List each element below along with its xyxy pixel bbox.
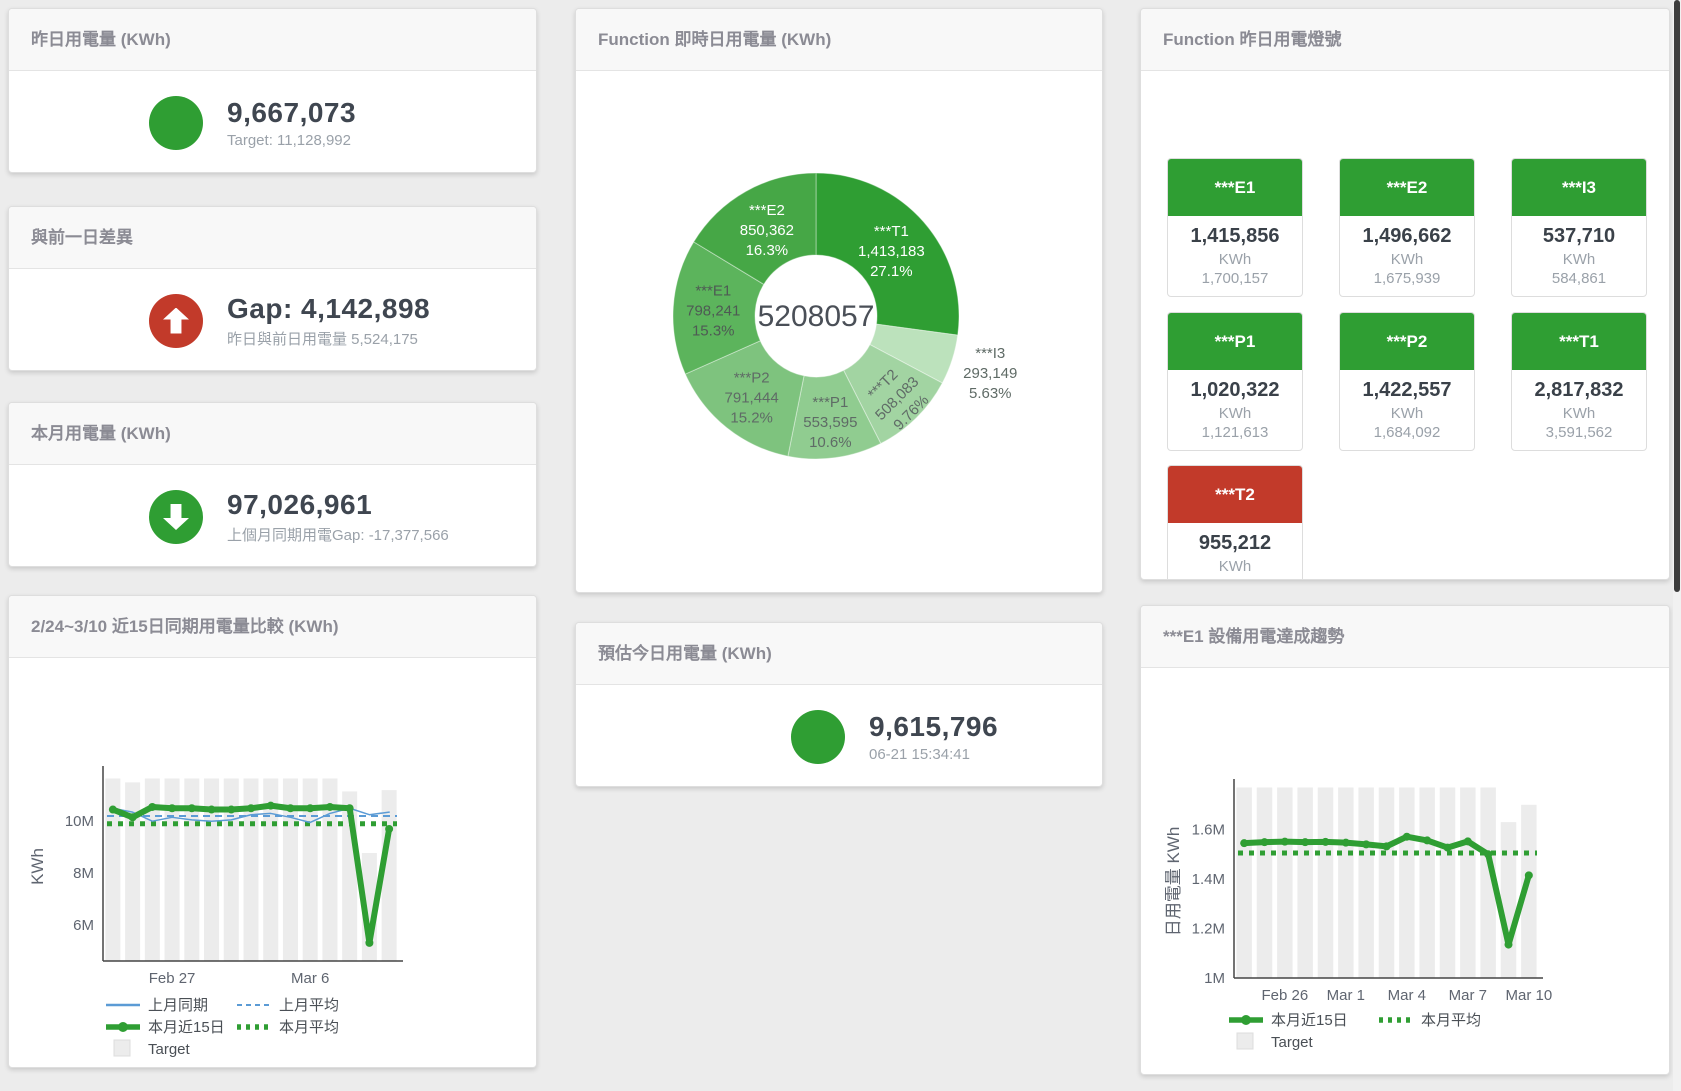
- stat-subtitle: 昨日與前日用電量 5,524,175: [227, 328, 430, 349]
- x-tick-label: Mar 4: [1388, 987, 1426, 1004]
- target-bar: [1358, 787, 1373, 978]
- down-arrow-icon: [149, 490, 203, 544]
- panel-title: 與前一日差異: [9, 207, 536, 269]
- panel-diff-prev-day: 與前一日差異 Gap: 4,142,898 昨日與前日用電量 5,524,175: [8, 206, 537, 371]
- status-circle-icon: [791, 710, 845, 764]
- legend-item-label[interactable]: 本月平均: [1421, 1012, 1481, 1029]
- legend-item-label[interactable]: 上月同期: [148, 997, 208, 1014]
- panel-title: 本月用電量 (KWh): [9, 403, 536, 465]
- up-arrow-icon: [149, 294, 203, 348]
- realtime-donut-chart: ***T11,413,18327.1%***I3293,1495.63%***T…: [576, 71, 1102, 593]
- target-bar: [1460, 787, 1475, 978]
- stat-subtitle: 上個月同期用電Gap: -17,377,566: [227, 524, 449, 545]
- light-tile-E1: ***E11,415,856KWh1,700,157: [1167, 158, 1303, 297]
- target-bar: [1257, 787, 1272, 978]
- y-tick-label: 1.6M: [1192, 822, 1225, 839]
- target-bar: [1297, 787, 1312, 978]
- compare15-chart: 6M 8M 10M KWh Feb 27 Mar 6 上月同期 上月平均本月近15日 本月平均 T…: [9, 658, 536, 1068]
- light-tile-E2: ***E21,496,662KWh1,675,939: [1339, 158, 1475, 297]
- x-tick-label: Mar 1: [1327, 987, 1365, 1004]
- panel-yesterday-usage: 昨日用電量 (KWh) 9,667,073 Target: 11,128,992: [8, 8, 537, 173]
- panel-title: 昨日用電量 (KWh): [9, 9, 536, 71]
- legend-item-label[interactable]: Target: [1271, 1034, 1314, 1051]
- y-tick-label: 1.2M: [1192, 921, 1225, 938]
- light-tile-I3: ***I3537,710KWh584,861: [1511, 158, 1647, 297]
- panel-title: 預估今日用電量 (KWh): [576, 623, 1102, 685]
- target-bar: [1501, 822, 1516, 978]
- target-bar: [125, 782, 140, 961]
- target-bar: [1419, 787, 1434, 978]
- x-tick-label: Feb 26: [1261, 987, 1308, 1004]
- stat-value: 9,667,073: [227, 97, 356, 129]
- panel-estimate-today: 預估今日用電量 (KWh) 9,615,796 06-21 15:34:41: [575, 622, 1103, 787]
- e1-trend-chart: 1M 1.2M 1.4M 1.6M 日用電量 KWh Feb 26 Mar 1 Mar 4 Ma…: [1141, 668, 1669, 1075]
- light-tile-T2: ***T2955,212KWh762,358: [1167, 465, 1303, 580]
- panel-month-usage: 本月用電量 (KWh) 97,026,961 上個月同期用電Gap: -17,3…: [8, 402, 537, 567]
- y-axis-label: KWh: [28, 848, 47, 885]
- panel-title: Function 即時日用電量 (KWh): [576, 9, 1102, 71]
- legend-item-label[interactable]: 本月平均: [279, 1019, 339, 1036]
- panel-title: 2/24~3/10 近15日同期用電量比較 (KWh): [9, 596, 536, 658]
- page-scrollbar[interactable]: [1673, 0, 1681, 1091]
- y-tick-label: 8M: [73, 865, 94, 882]
- panel-realtime-donut: Function 即時日用電量 (KWh) ***T11,413,18327.1…: [575, 8, 1103, 593]
- y-tick-label: 6M: [73, 917, 94, 934]
- y-axis-label: 日用電量 KWh: [1164, 827, 1183, 937]
- legend-item-label[interactable]: 上月平均: [279, 997, 339, 1014]
- scrollbar-thumb[interactable]: [1674, 0, 1680, 592]
- stat-value: Gap: 4,142,898: [227, 293, 430, 325]
- x-tick-label: Mar 6: [291, 970, 329, 987]
- panel-compare15-chart: 2/24~3/10 近15日同期用電量比較 (KWh) 6M 8M 10M KWh Fe…: [8, 595, 537, 1068]
- legend-item-label[interactable]: Target: [148, 1041, 191, 1058]
- stat-value: 97,026,961: [227, 489, 449, 521]
- target-bar: [1379, 787, 1394, 978]
- light-tile-P1: ***P11,020,322KWh1,121,613: [1167, 312, 1303, 451]
- panel-e1-trend-chart: ***E1 設備用電達成趨勢 1M 1.2M 1.4M 1.6M 日用電量 KWh Feb…: [1140, 605, 1670, 1075]
- stat-subtitle: 06-21 15:34:41: [869, 746, 998, 763]
- target-bar: [1399, 787, 1414, 978]
- legend-item-label[interactable]: 本月近15日: [148, 1019, 225, 1036]
- status-circle-icon: [149, 96, 203, 150]
- legend-item-label[interactable]: 本月近15日: [1271, 1012, 1348, 1029]
- target-bar: [1236, 787, 1251, 978]
- target-bar: [1440, 787, 1455, 978]
- panel-title: Function 昨日用電燈號: [1141, 9, 1669, 71]
- donut-center-total: 5208057: [758, 300, 875, 333]
- stat-subtitle: Target: 11,128,992: [227, 132, 356, 149]
- light-tile-P2: ***P21,422,557KWh1,684,092: [1339, 312, 1475, 451]
- x-tick-label: Mar 7: [1449, 987, 1487, 1004]
- y-tick-label: 10M: [65, 813, 94, 830]
- x-tick-label: Mar 10: [1505, 987, 1552, 1004]
- y-tick-label: 1.4M: [1192, 871, 1225, 888]
- panel-title: ***E1 設備用電達成趨勢: [1141, 606, 1669, 668]
- target-bar: [1338, 787, 1353, 978]
- target-bar: [1277, 787, 1292, 978]
- x-tick-label: Feb 27: [149, 970, 196, 987]
- target-bar: [1318, 787, 1333, 978]
- light-tile-T1: ***T12,817,832KWh3,591,562: [1511, 312, 1647, 451]
- y-tick-label: 1M: [1204, 970, 1225, 987]
- panel-yesterday-lights: Function 昨日用電燈號 ***E11,415,856KWh1,700,1…: [1140, 8, 1670, 580]
- stat-value: 9,615,796: [869, 711, 998, 743]
- donut-slice-label: ***I3293,1495.63%: [963, 345, 1017, 402]
